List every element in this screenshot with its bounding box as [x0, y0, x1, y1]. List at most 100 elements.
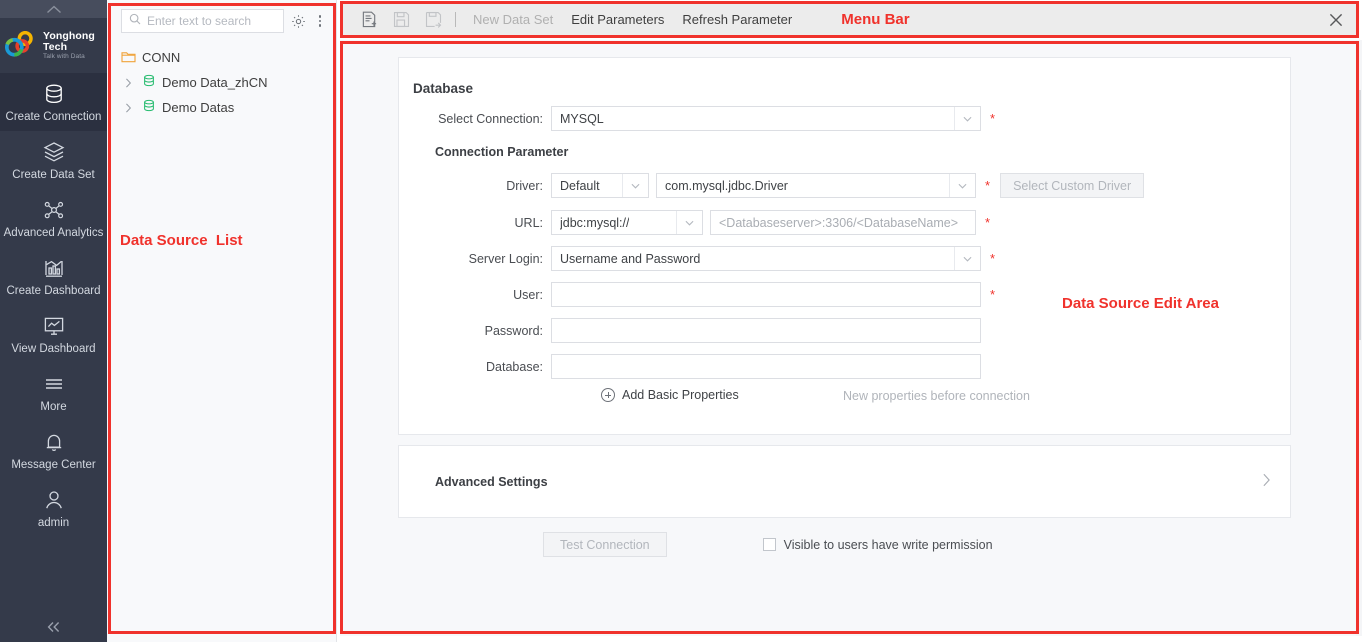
- annotation-data-source-list: Data Source List: [120, 232, 243, 249]
- add-properties-hint: New properties before connection: [843, 389, 1030, 403]
- menu-item-new-data-set[interactable]: New Data Set: [464, 12, 562, 27]
- plus-circle-icon: [601, 388, 615, 402]
- sidebar-item-message-center[interactable]: Message Center: [0, 421, 107, 479]
- add-basic-properties-label: Add Basic Properties: [622, 388, 739, 402]
- visible-permission-checkbox[interactable]: [762, 538, 776, 551]
- add-basic-properties-button[interactable]: Add Basic Properties: [601, 388, 739, 402]
- visible-permission-row[interactable]: Visible to users have write permission: [762, 537, 993, 552]
- menu-item-refresh-parameter[interactable]: Refresh Parameter: [673, 12, 801, 27]
- data-source-edit-area: Database Connection Parameter Select Con…: [340, 40, 1358, 636]
- sidebar-item-view-dashboard[interactable]: View Dashboard: [0, 305, 107, 363]
- database-icon: [42, 82, 66, 106]
- search-box[interactable]: [121, 9, 284, 33]
- user-label: User:: [513, 287, 543, 302]
- sidebar-item-label: More: [40, 400, 67, 413]
- select-connection-row: Select Connection: MYSQL *: [399, 106, 995, 131]
- required-asterisk: *: [990, 251, 996, 266]
- nav-collapse-left-button[interactable]: [0, 614, 107, 640]
- driver-label: Driver:: [506, 178, 543, 193]
- user-input[interactable]: [551, 282, 981, 307]
- chevron-right-icon[interactable]: [1262, 473, 1271, 491]
- chevron-up-icon: [46, 5, 61, 13]
- sidebar-item-create-dashboard[interactable]: Create Dashboard: [0, 247, 107, 305]
- sidebar-item-label: Message Center: [11, 458, 96, 471]
- server-login-value: Username and Password: [560, 251, 701, 266]
- sidebar-item-more[interactable]: More: [0, 363, 107, 421]
- connection-icon: [142, 99, 156, 116]
- chevron-down-icon[interactable]: [676, 211, 702, 234]
- monitor-chart-icon: [42, 314, 66, 338]
- chevron-down-icon[interactable]: [954, 247, 980, 270]
- user-row: User: *: [399, 282, 995, 307]
- sidebar-item-admin[interactable]: admin: [0, 479, 107, 537]
- sidebar-item-label: Create Data Set: [12, 168, 95, 181]
- sidebar-item-label: admin: [37, 516, 70, 529]
- required-asterisk: *: [990, 287, 996, 302]
- sidebar-item-create-connection[interactable]: Create Connection: [0, 73, 107, 131]
- tree-item-folder[interactable]: CONN: [107, 45, 336, 70]
- tree-item-label: Demo Data_zhCN: [162, 75, 268, 90]
- scrollbar-thumb[interactable]: [1357, 90, 1361, 340]
- select-custom-driver-button[interactable]: Select Custom Driver: [1000, 173, 1145, 198]
- connection-parameter-title: Connection Parameter: [435, 145, 569, 159]
- required-asterisk: *: [990, 111, 996, 126]
- layers-icon: [42, 140, 66, 164]
- database-input[interactable]: [551, 354, 981, 379]
- server-login-row: Server Login: Username and Password *: [399, 246, 995, 271]
- folder-icon: [121, 50, 136, 66]
- visible-permission-label: Visible to users have write permission: [783, 537, 993, 552]
- annotation-menu-bar: Menu Bar: [841, 11, 910, 28]
- url-scheme-dropdown[interactable]: jdbc:mysql://: [551, 210, 703, 235]
- close-icon[interactable]: [1327, 11, 1345, 29]
- chevron-down-icon[interactable]: [954, 107, 980, 130]
- left-navigation: Yonghong Tech Talk with Data Create Conn…: [0, 0, 107, 642]
- bar-chart-icon: [42, 256, 66, 280]
- advanced-settings-label: Advanced Settings: [435, 474, 548, 489]
- test-connection-button[interactable]: Test Connection: [543, 532, 667, 557]
- hamburger-icon: [42, 372, 66, 396]
- vertical-scrollbar[interactable]: [1356, 40, 1362, 636]
- sidebar-item-label: Advanced Analytics: [3, 226, 104, 239]
- brand-logo: Yonghong Tech Talk with Data: [0, 18, 107, 73]
- required-asterisk: *: [985, 215, 991, 230]
- url-row: URL: jdbc:mysql:// <Databaseserver>:3306…: [399, 210, 990, 235]
- sidebar-item-advanced-analytics[interactable]: Advanced Analytics: [0, 189, 107, 247]
- server-login-dropdown[interactable]: Username and Password: [551, 246, 981, 271]
- sidebar-item-label: Create Connection: [5, 110, 102, 123]
- select-connection-label: Select Connection:: [438, 111, 543, 126]
- kebab-menu-icon[interactable]: [312, 12, 328, 30]
- tree-item-connection[interactable]: Demo Data_zhCN: [107, 70, 336, 95]
- menu-item-edit-parameters[interactable]: Edit Parameters: [562, 12, 673, 27]
- edit-area-footer: Test Connection Visible to users have wr…: [398, 532, 1291, 557]
- save-icon[interactable]: [385, 7, 417, 33]
- url-label: URL:: [514, 215, 543, 230]
- logo-title: Yonghong Tech: [43, 29, 95, 53]
- nav-collapse-up-button[interactable]: [0, 0, 107, 18]
- chevron-down-icon[interactable]: [949, 174, 975, 197]
- app-root: Yonghong Tech Talk with Data Create Conn…: [0, 0, 1363, 642]
- tree-item-label: CONN: [142, 50, 181, 65]
- driver-mode-value: Default: [560, 178, 600, 193]
- advanced-settings-card[interactable]: Advanced Settings: [398, 445, 1291, 518]
- new-data-source-icon[interactable]: [353, 7, 385, 33]
- search-input[interactable]: [147, 14, 276, 28]
- sidebar-item-create-data-set[interactable]: Create Data Set: [0, 131, 107, 189]
- toolbar-divider: [455, 12, 456, 27]
- tree-item-connection[interactable]: Demo Datas: [107, 95, 336, 120]
- chevron-right-icon[interactable]: [125, 102, 136, 113]
- select-connection-dropdown[interactable]: MYSQL: [551, 106, 981, 131]
- driver-mode-dropdown[interactable]: Default: [551, 173, 649, 198]
- password-input[interactable]: [551, 318, 981, 343]
- gear-icon[interactable]: [290, 12, 306, 30]
- select-connection-value: MYSQL: [560, 111, 604, 126]
- connection-icon: [142, 74, 156, 91]
- driver-class-dropdown[interactable]: com.mysql.jdbc.Driver: [656, 173, 976, 198]
- database-row: Database:: [399, 354, 981, 379]
- chevron-right-icon[interactable]: [125, 77, 136, 88]
- chevron-down-icon[interactable]: [622, 174, 648, 197]
- url-host-input[interactable]: <Databaseserver>:3306/<DatabaseName>: [710, 210, 976, 235]
- database-card: Database Connection Parameter Select Con…: [398, 57, 1291, 435]
- save-as-icon[interactable]: [417, 7, 449, 33]
- server-login-label: Server Login:: [468, 251, 543, 266]
- url-scheme-value: jdbc:mysql://: [560, 215, 630, 230]
